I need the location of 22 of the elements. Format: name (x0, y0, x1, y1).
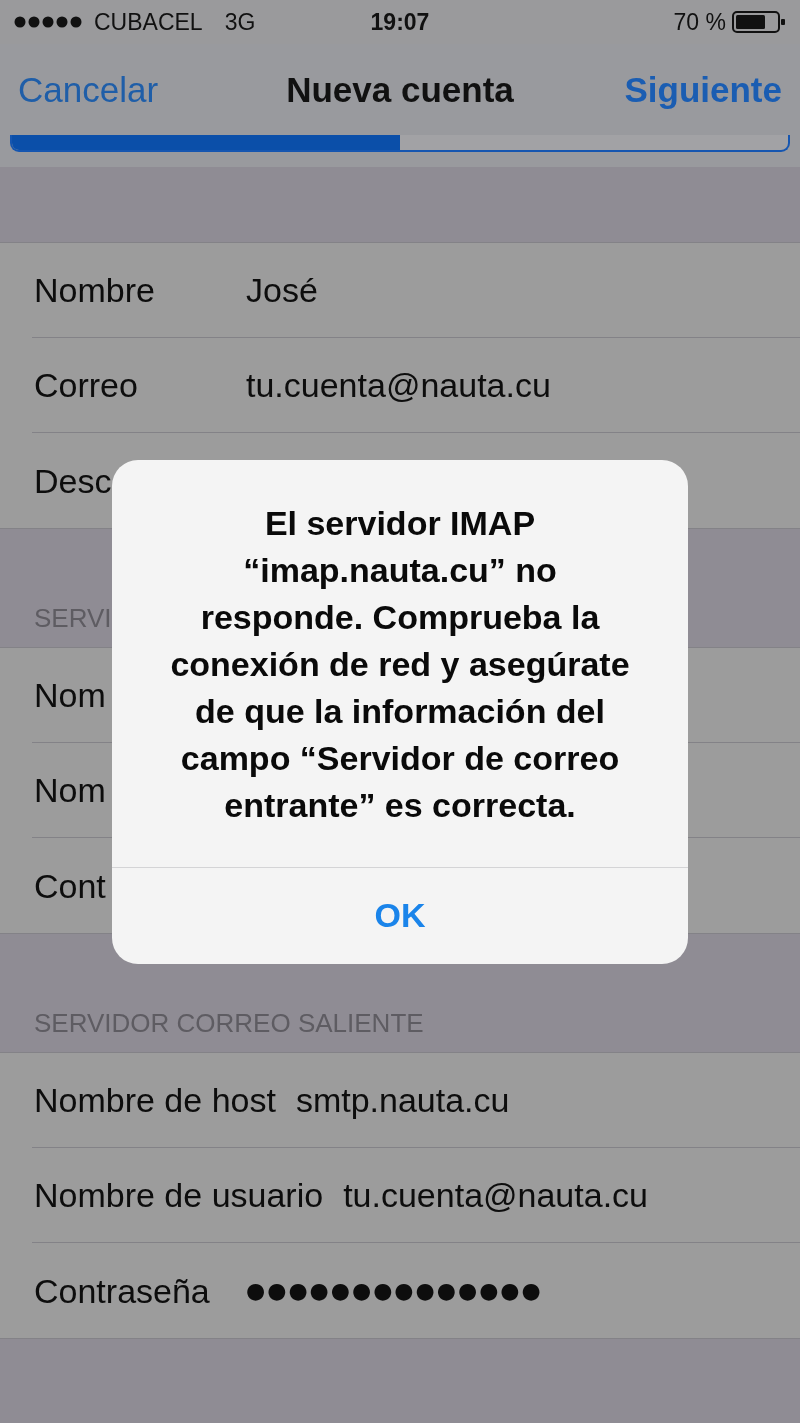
alert-message: El servidor IMAP “imap.nauta.cu” no responde. Comprueba la conexión de red y asegúrate de que la información del campo “Servidor de correo entrante” es correcta. (169, 502, 631, 826)
password-field[interactable]: ●●●●●●●●●●●●●● (246, 1270, 543, 1311)
field-label: Nom (34, 770, 106, 810)
field-label: Nombre de host (34, 1080, 276, 1120)
nav-title: Nueva cuenta (286, 72, 514, 107)
text-field[interactable]: tu.cuenta@nauta.cu (343, 1175, 648, 1215)
signal-icon (14, 16, 82, 28)
field-label: Nombre (34, 270, 155, 310)
carrier-name: CUBACEL (94, 7, 203, 37)
battery-icon (732, 11, 786, 33)
clock-time: 19:07 (370, 7, 430, 37)
field-label: Nom (34, 675, 106, 715)
field-label: Nombre de usuario (34, 1175, 324, 1215)
field-label: Desc (34, 460, 112, 501)
text-field[interactable]: tu.cuenta@nauta.cu (246, 365, 551, 405)
field-label: Correo (34, 365, 138, 405)
battery-percentage: 70 % (673, 7, 726, 37)
text-field[interactable]: José (246, 270, 318, 310)
network-type: 3G (224, 7, 256, 37)
text-field[interactable]: smtp.nauta.cu (295, 1080, 510, 1120)
field-label: Contraseña (34, 1270, 210, 1311)
field-label: Cont (34, 865, 106, 906)
